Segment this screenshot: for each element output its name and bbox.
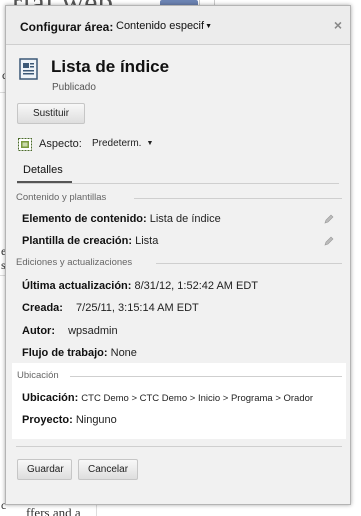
author-label: Autor: — [22, 325, 55, 337]
content-element-label: Elemento de contenido: — [22, 213, 147, 225]
section-title-content: Contenido y plantillas — [16, 192, 107, 203]
tabs-divider — [17, 183, 339, 184]
area-type-value: Contenido especif — [116, 20, 205, 32]
template-label: Plantilla de creación: — [22, 235, 133, 247]
created-label: Creada: — [22, 302, 63, 314]
last-update-label: Última actualización: — [22, 280, 132, 292]
pencil-icon[interactable] — [324, 236, 334, 246]
chevron-down-icon: ▼ — [205, 23, 212, 30]
tab-details[interactable]: Detalles — [17, 161, 72, 183]
section-divider — [134, 198, 342, 199]
section-divider — [156, 263, 342, 264]
save-button[interactable]: Guardar — [17, 459, 72, 480]
template-row: Plantilla de creación: Lista — [22, 235, 158, 247]
document-icon — [19, 58, 38, 80]
content-item-title: Lista de índice — [51, 57, 170, 76]
created-row: Creada: 7/25/11, 3:15:14 AM EDT — [22, 302, 199, 314]
replace-button[interactable]: Sustituir — [17, 103, 85, 124]
template-value: Lista — [135, 235, 159, 247]
configure-area-dialog: Configurar área: Contenido especif▼ × Li… — [5, 5, 351, 505]
footer-divider — [16, 446, 342, 447]
tab-details-label: Detalles — [23, 164, 63, 176]
workflow-row: Flujo de trabajo: None — [22, 347, 137, 359]
author-value: wpsadmin — [68, 325, 118, 337]
section-divider — [70, 376, 342, 377]
background-text-fragment: ffers and a — [26, 505, 81, 516]
aspect-value: Predeterm. — [92, 138, 142, 149]
aspect-select[interactable]: Predeterm. ▼ — [92, 138, 153, 149]
content-element-value: Lista de índice — [149, 213, 221, 225]
content-element-row: Elemento de contenido: Lista de índice — [22, 213, 221, 225]
section-title-editions: Ediciones y actualizaciones — [16, 257, 133, 268]
project-label: Proyecto: — [22, 414, 73, 426]
location-section: Ubicación Ubicación: CTC Demo > CTC Demo… — [12, 363, 346, 439]
last-update-row: Última actualización: 8/31/12, 1:52:42 A… — [22, 280, 258, 292]
last-update-value: 8/31/12, 1:52:42 AM EDT — [134, 280, 259, 292]
section-title-location: Ubicación — [17, 370, 59, 381]
publish-status: Publicado — [52, 82, 96, 93]
chevron-down-icon: ▼ — [146, 140, 154, 147]
cancel-button[interactable]: Cancelar — [78, 459, 138, 480]
dialog-title-label: Configurar área: — [20, 20, 114, 34]
workflow-label: Flujo de trabajo: — [22, 347, 108, 359]
location-label: Ubicación: — [22, 392, 79, 404]
close-icon[interactable]: × — [334, 17, 342, 33]
project-value: Ninguno — [75, 414, 117, 426]
location-row: Ubicación: CTC Demo > CTC Demo > Inicio … — [22, 392, 313, 404]
dialog-titlebar: Configurar área: Contenido especif▼ × — [6, 6, 350, 45]
aspect-label: Aspecto: — [39, 138, 82, 150]
aspect-icon — [18, 138, 32, 151]
location-path: CTC Demo > CTC Demo > Inicio > Programa … — [81, 393, 314, 404]
pencil-icon[interactable] — [324, 214, 334, 224]
project-row: Proyecto: Ninguno — [22, 414, 117, 426]
author-row: Autor: wpsadmin — [22, 325, 118, 337]
area-type-select[interactable]: Contenido especif▼ — [116, 20, 212, 32]
workflow-value: None — [110, 347, 137, 359]
created-value: 7/25/11, 3:15:14 AM EDT — [76, 302, 199, 314]
